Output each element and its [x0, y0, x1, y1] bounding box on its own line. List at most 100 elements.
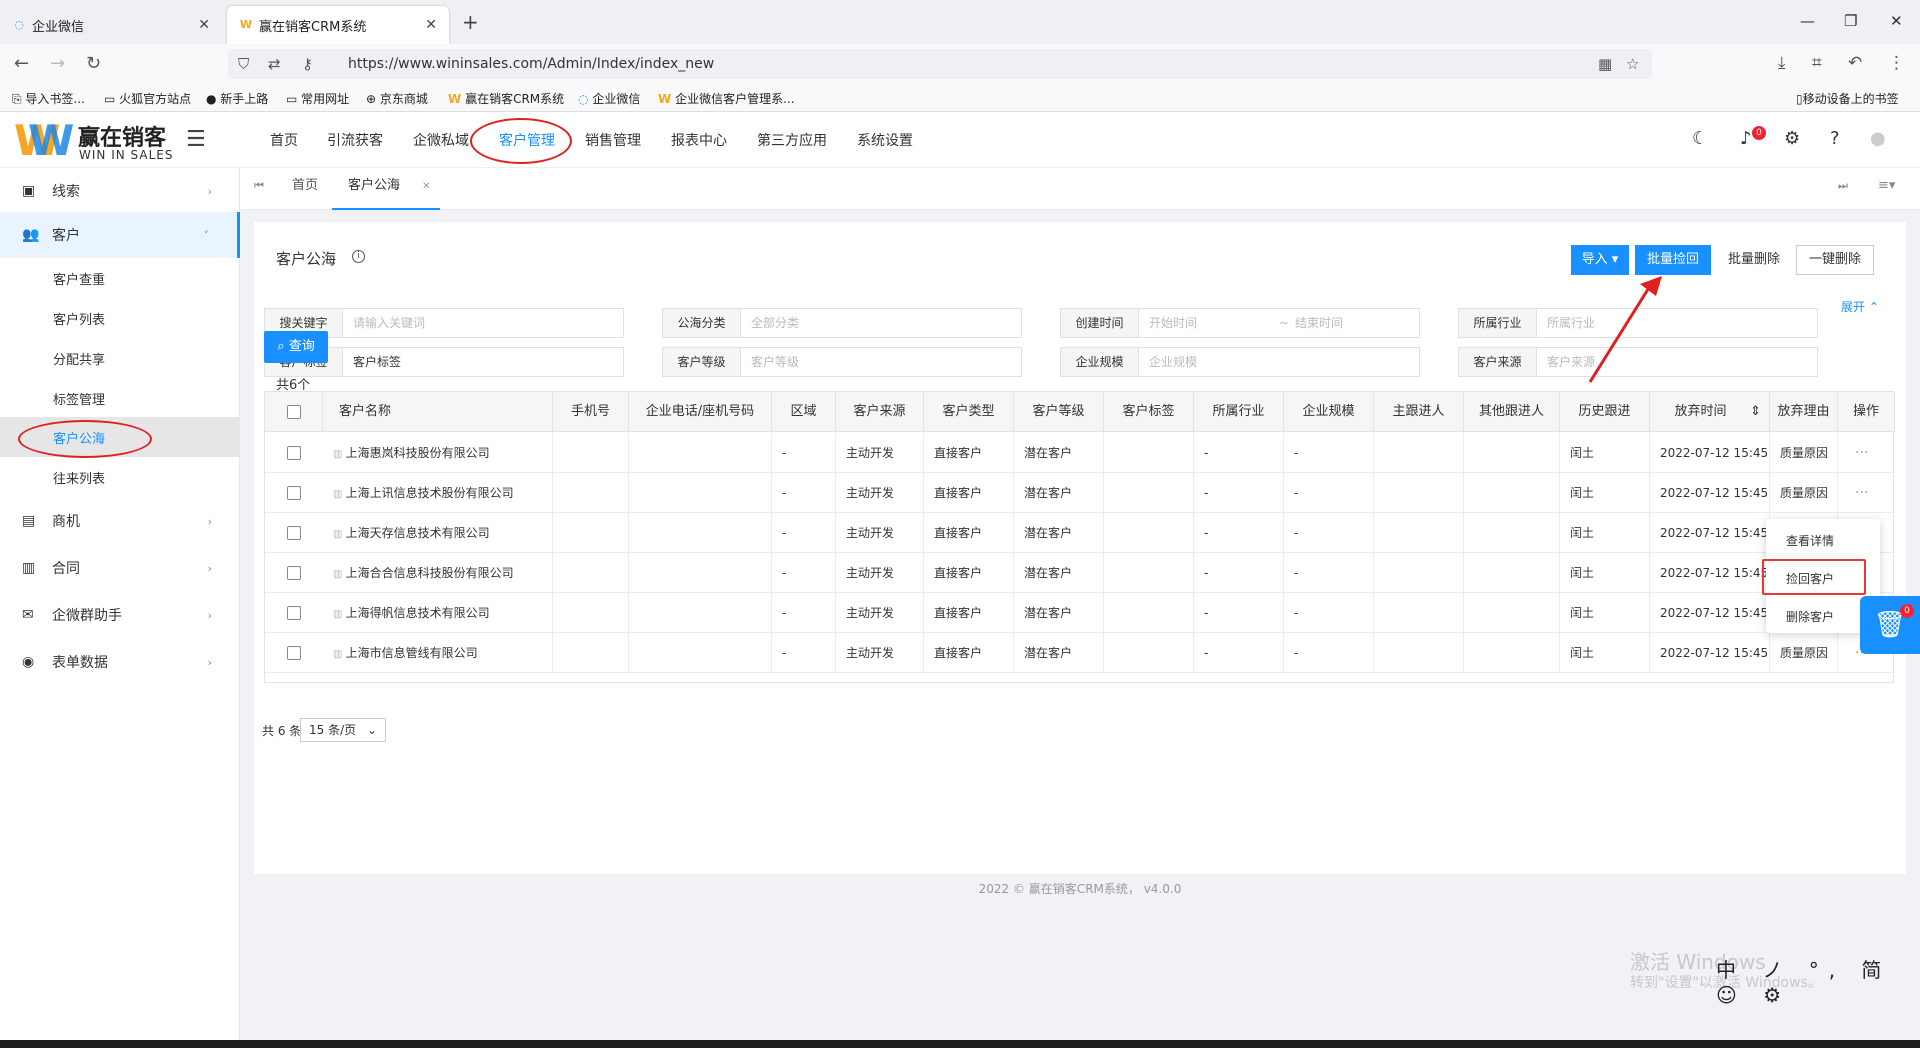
- mobile-bookmarks[interactable]: ▯移动设备上的书签: [1796, 90, 1899, 107]
- batch-delete-button[interactable]: 批量删除: [1716, 245, 1792, 275]
- cell-name[interactable]: ▥ 上海上讯信息技术股份有限公司: [323, 473, 553, 513]
- bookmark-common-sites[interactable]: ▭ 常用网址: [286, 90, 349, 107]
- tabs-menu-icon[interactable]: ≡▾: [1878, 168, 1895, 210]
- nav-private-domain[interactable]: 企微私域: [413, 130, 469, 150]
- restore-icon[interactable]: ❐: [1844, 12, 1857, 30]
- one-click-delete-button[interactable]: 一键删除: [1796, 245, 1874, 275]
- start-time-input[interactable]: 开始时间: [1149, 316, 1197, 330]
- pool-category-select[interactable]: 全部分类: [740, 308, 1022, 338]
- import-button[interactable]: 导入 ▾: [1571, 245, 1629, 275]
- bookmark-import[interactable]: ⎘ 导入书签...: [12, 90, 85, 107]
- gear-icon[interactable]: ⚙: [1784, 128, 1800, 149]
- bookmark-wecom[interactable]: ◌ 企业微信: [578, 90, 640, 107]
- level-select[interactable]: 客户等级: [740, 347, 1022, 377]
- row-checkbox[interactable]: [287, 446, 301, 460]
- qrcode-icon[interactable]: ▦: [1598, 55, 1612, 73]
- customer-name[interactable]: 上海上讯信息技术股份有限公司: [346, 486, 514, 500]
- forward-icon[interactable]: →: [50, 53, 65, 74]
- nav-settings[interactable]: 系统设置: [857, 130, 913, 150]
- close-tab-icon[interactable]: ✕: [198, 17, 210, 33]
- sidebar-sub-contacts[interactable]: 往来列表: [0, 457, 240, 497]
- batch-reclaim-button[interactable]: 批量捡回: [1635, 245, 1711, 275]
- bookmark-getting-started[interactable]: ● 新手上路: [206, 90, 268, 107]
- nav-lead-gen[interactable]: 引流获客: [327, 130, 383, 150]
- sidebar-sub-duplicate-check[interactable]: 客户查重: [0, 258, 240, 298]
- query-button[interactable]: ⌕ 查询: [264, 331, 328, 363]
- sort-icon[interactable]: ⇕: [1750, 392, 1761, 431]
- bookmark-crm[interactable]: W 赢在销客CRM系统: [448, 90, 564, 107]
- help-icon[interactable]: ?: [1830, 128, 1840, 149]
- more-actions-icon[interactable]: ···: [1855, 433, 1868, 473]
- tabs-scroll-left-icon[interactable]: ⏮: [254, 168, 264, 210]
- info-icon[interactable]: i: [352, 250, 365, 263]
- bookmark-wecom-crm[interactable]: W 企业微信客户管理系...: [658, 90, 795, 107]
- sidebar-toggle-icon[interactable]: ☰: [186, 127, 206, 152]
- expand-filters-link[interactable]: 展开 ⌃: [1841, 298, 1879, 315]
- row-checkbox[interactable]: [287, 606, 301, 620]
- source-select[interactable]: 客户来源: [1536, 347, 1818, 377]
- window-close-icon[interactable]: ✕: [1890, 12, 1903, 30]
- nav-sales-management[interactable]: 销售管理: [585, 130, 641, 150]
- sidebar-item-opportunities[interactable]: ▤ 商机 ›: [0, 498, 240, 544]
- cell-name[interactable]: ▥ 上海惠岚科技股份有限公司: [323, 433, 553, 473]
- customer-name[interactable]: 上海合合信息科技股份有限公司: [346, 566, 514, 580]
- nav-home[interactable]: 首页: [270, 130, 298, 150]
- sidebar-item-customers[interactable]: 👥 客户 ˅: [0, 212, 240, 258]
- minimize-icon[interactable]: —: [1800, 12, 1815, 30]
- close-tab-icon[interactable]: ✕: [422, 181, 430, 192]
- bookmark-star-icon[interactable]: ☆: [1626, 55, 1639, 73]
- more-actions-icon[interactable]: ···: [1855, 473, 1868, 513]
- back-icon[interactable]: ←: [14, 53, 29, 74]
- row-checkbox[interactable]: [287, 566, 301, 580]
- keyword-input[interactable]: 请输入关键词: [342, 308, 624, 338]
- page-tab-home[interactable]: 首页: [292, 168, 318, 210]
- ime-toolbar[interactable]: 中 ノ °, 简 ☺ ⚙: [1716, 954, 1920, 1007]
- customer-name[interactable]: 上海惠岚科技股份有限公司: [346, 446, 490, 460]
- customer-name[interactable]: 上海天存信息技术有限公司: [346, 526, 490, 540]
- sidebar-item-contracts[interactable]: ▥ 合同 ›: [0, 545, 240, 591]
- reload-icon[interactable]: ↻: [86, 53, 101, 74]
- permissions-icon[interactable]: ⇄: [268, 55, 281, 73]
- view-details-menu-item[interactable]: 查看详情: [1766, 523, 1880, 559]
- end-time-input[interactable]: 结束时间: [1295, 309, 1343, 337]
- row-checkbox[interactable]: [287, 646, 301, 660]
- created-time-range[interactable]: 开始时间 ~ 结束时间: [1138, 308, 1420, 338]
- tags-select[interactable]: 客户标签: [342, 347, 624, 377]
- close-tab-icon[interactable]: ✕: [425, 17, 437, 33]
- cell-name[interactable]: ▥ 上海合合信息科技股份有限公司: [323, 553, 553, 593]
- bookmark-firefox-site[interactable]: ▭ 火狐官方站点: [104, 90, 191, 107]
- sidebar-item-leads[interactable]: ▣ 线索 ›: [0, 168, 240, 214]
- sidebar-sub-customer-list[interactable]: 客户列表: [0, 298, 240, 338]
- cell-name[interactable]: ▥ 上海天存信息技术有限公司: [323, 513, 553, 553]
- key-icon[interactable]: ⚷: [302, 55, 313, 73]
- sidebar-item-form-data[interactable]: ◉ 表单数据 ›: [0, 639, 240, 685]
- select-all-checkbox[interactable]: [287, 405, 301, 419]
- new-tab-icon[interactable]: +: [462, 10, 479, 34]
- shield-icon[interactable]: ⛉: [238, 55, 249, 73]
- nav-third-party[interactable]: 第三方应用: [757, 130, 827, 150]
- menu-icon[interactable]: ⋮: [1888, 53, 1905, 73]
- dark-mode-icon[interactable]: ☾: [1692, 128, 1708, 149]
- undo-icon[interactable]: ↶: [1848, 53, 1862, 73]
- crop-icon[interactable]: ⌗: [1812, 53, 1822, 73]
- customer-name[interactable]: 上海市信息管线有限公司: [346, 646, 478, 660]
- cell-name[interactable]: ▥ 上海市信息管线有限公司: [323, 633, 553, 673]
- page-size-select[interactable]: 15 条/页 ⌄: [300, 718, 386, 742]
- tabs-scroll-right-icon[interactable]: ⏭: [1838, 168, 1848, 210]
- browser-tab-crm[interactable]: W 赢在销客CRM系统 ✕: [227, 6, 449, 44]
- avatar[interactable]: ●: [1870, 128, 1886, 149]
- sidebar-sub-assign-share[interactable]: 分配共享: [0, 338, 240, 378]
- row-checkbox[interactable]: [287, 526, 301, 540]
- address-bar[interactable]: ⛉ ⇄ ⚷ https://www.wininsales.com/Admin/I…: [228, 49, 1652, 79]
- nav-reports[interactable]: 报表中心: [671, 130, 727, 150]
- sidebar-item-wecom-group[interactable]: ✉ 企微群助手 ›: [0, 592, 240, 638]
- cell-name[interactable]: ▥ 上海得帆信息技术有限公司: [323, 593, 553, 633]
- industry-select[interactable]: 所属行业: [1536, 308, 1818, 338]
- scale-select[interactable]: 企业规模: [1138, 347, 1420, 377]
- bookmark-jd[interactable]: ⊕ 京东商城: [366, 90, 428, 107]
- sidebar-sub-tag-management[interactable]: 标签管理: [0, 378, 240, 418]
- customer-name[interactable]: 上海得帆信息技术有限公司: [346, 606, 490, 620]
- row-checkbox[interactable]: [287, 486, 301, 500]
- page-tab-public-pool[interactable]: 客户公海 ✕: [332, 168, 440, 210]
- browser-tab-wecom[interactable]: ◌ 企业微信 ✕: [0, 6, 222, 44]
